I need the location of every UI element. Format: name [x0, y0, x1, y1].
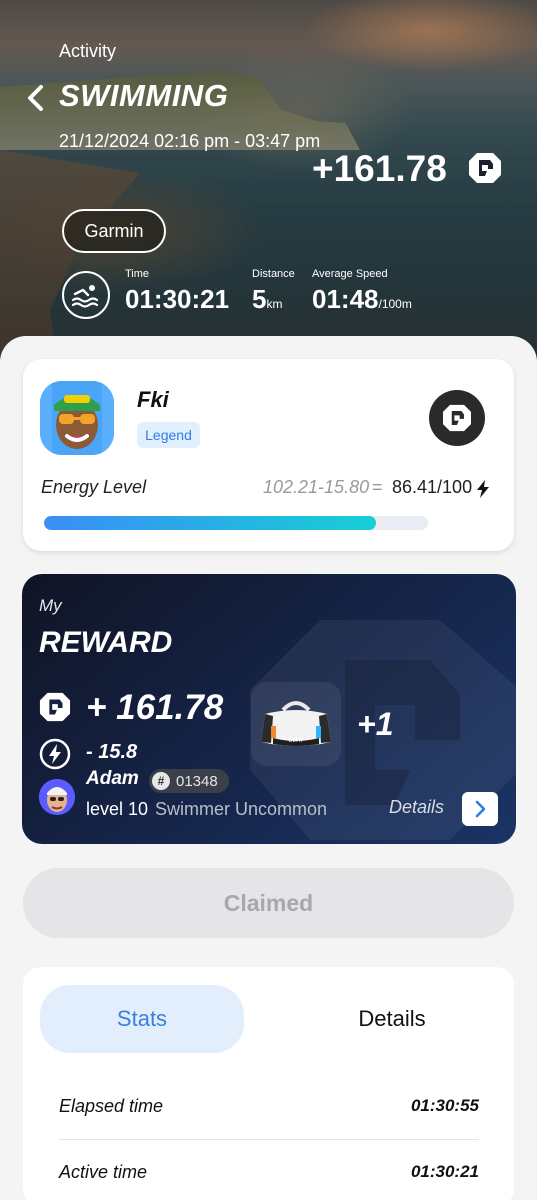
- item-count: +1: [357, 706, 394, 742]
- distance-value: 5: [252, 284, 267, 314]
- owner-name: Adam: [86, 768, 139, 789]
- svg-text:DEFIT: DEFIT: [289, 738, 304, 744]
- stat-row-value: 01:30:55: [410, 1096, 479, 1115]
- tab-details[interactable]: Details: [290, 985, 494, 1053]
- page-title: SWIMMING: [59, 78, 229, 113]
- owner-id: 01348: [176, 772, 218, 790]
- stat-value-distance: 5km: [252, 284, 282, 315]
- hero-reward-amount: +161.78: [312, 148, 447, 189]
- energy-value: 86.41/100: [392, 477, 473, 497]
- energy-level-label: Energy Level: [41, 477, 147, 497]
- gym-bag-icon[interactable]: DEFIT: [251, 682, 341, 766]
- energy-progress-bar: [44, 516, 428, 530]
- reward-details-button[interactable]: [462, 792, 498, 826]
- stat-label-distance: Distance: [252, 268, 295, 280]
- stat-value-speed: 01:48/100m: [312, 284, 412, 315]
- avatar[interactable]: [39, 779, 75, 815]
- activity-datetime: 21/12/2024 02:16 pm - 03:47 pm: [59, 131, 321, 151]
- speed-unit: /100m: [378, 297, 412, 311]
- defit-coin-icon: [468, 152, 502, 184]
- energy-change: - 15.8: [86, 741, 138, 763]
- energy-formula: 102.21-15.80: [263, 477, 370, 497]
- defit-coin-icon: [39, 691, 71, 723]
- owner-level: level 10: [86, 799, 149, 819]
- avatar[interactable]: [40, 381, 114, 455]
- stat-row-label: Elapsed time: [59, 1096, 164, 1116]
- divider: [59, 1139, 479, 1140]
- reward-amount: + 161.78: [86, 688, 224, 727]
- stat-row-label: Active time: [59, 1162, 148, 1182]
- swim-icon: [62, 271, 110, 319]
- activity-label: Activity: [59, 41, 117, 61]
- claimed-button[interactable]: Claimed: [23, 868, 514, 938]
- stat-value-time: 01:30:21: [125, 284, 229, 315]
- stat-label-time: Time: [125, 268, 150, 280]
- reward-title: REWARD: [39, 626, 173, 659]
- bolt-icon: [476, 480, 490, 498]
- stat-label-speed: Average Speed: [312, 268, 388, 280]
- speed-value: 01:48: [312, 284, 379, 314]
- reward-details-link[interactable]: Details: [389, 797, 444, 818]
- hash-icon: #: [152, 772, 170, 790]
- rank-badge: Legend: [137, 422, 200, 448]
- tab-stats[interactable]: Stats: [40, 985, 244, 1053]
- device-badge[interactable]: Garmin: [62, 209, 166, 253]
- stat-row-value: 01:30:21: [410, 1162, 479, 1181]
- bolt-icon: [39, 738, 71, 770]
- user-name: Fki: [137, 387, 169, 412]
- back-arrow-icon[interactable]: [24, 84, 50, 112]
- time-value: 01:30:21: [125, 284, 230, 314]
- reward-my-label: My: [39, 596, 62, 615]
- defit-coin-icon[interactable]: [429, 390, 485, 446]
- energy-progress-fill: [44, 516, 376, 530]
- owner-rank: Swimmer Uncommon: [155, 799, 328, 819]
- distance-unit: km: [266, 297, 283, 311]
- owner-id-badge: # 01348: [149, 769, 229, 793]
- chevron-right-icon: [475, 800, 486, 818]
- energy-equals-sign: =: [372, 477, 383, 497]
